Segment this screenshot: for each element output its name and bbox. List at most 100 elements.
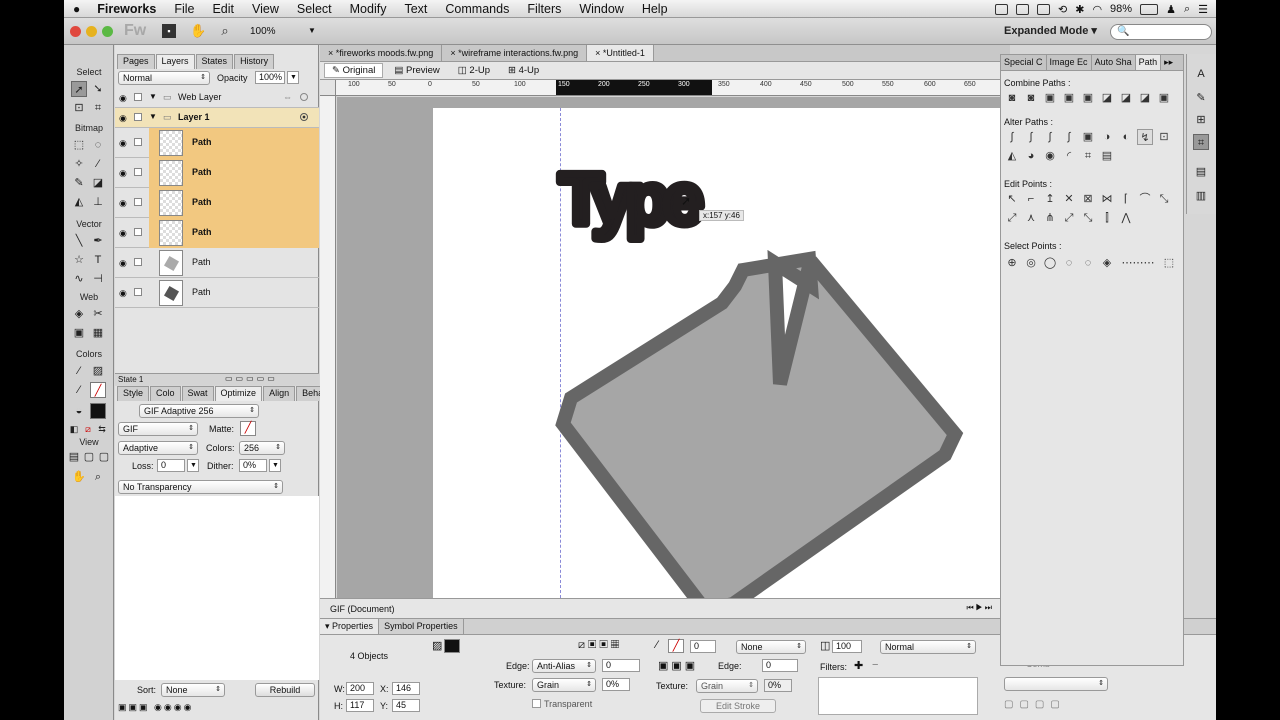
remove-handle-icon[interactable]: ⊠ [1080, 191, 1096, 207]
lock-toggle[interactable] [134, 168, 142, 176]
visibility-eye-icon[interactable]: ◉ [119, 228, 127, 239]
star-shape-icon[interactable]: ☆ [71, 252, 87, 268]
stroke-color-icon[interactable]: ⁄ [71, 382, 87, 398]
line-tool-icon[interactable]: ╲ [71, 233, 87, 249]
hand-icon[interactable]: ✋ [71, 469, 87, 485]
freeform-tool-icon[interactable]: ∿ [71, 271, 87, 287]
combine-alt-icon[interactable]: ▣ [1156, 90, 1172, 106]
marquee-tool-icon[interactable]: ⬚ [71, 137, 87, 153]
union-icon[interactable]: ◙ [1004, 90, 1020, 106]
layer-opacity-field[interactable]: 100% [255, 71, 285, 84]
stroke-color-swatch[interactable]: ╱ [668, 639, 684, 653]
export-format-select[interactable]: GIF [118, 422, 198, 436]
select-all-points-icon[interactable]: ⊕ [1004, 255, 1020, 271]
brush-tool-icon[interactable]: ⁄ [90, 156, 106, 172]
battery-percent[interactable]: 98% [1110, 3, 1132, 15]
convert-icon[interactable]: ⊡ [1156, 129, 1172, 145]
stroke-type-select[interactable]: None [736, 640, 806, 654]
styles-panel-icon[interactable]: ⊞ [1193, 112, 1209, 128]
standard-screen-icon[interactable]: ▤ [66, 449, 82, 465]
lock-toggle[interactable] [134, 258, 142, 266]
layer-object-row[interactable]: ◉ Path [115, 218, 319, 248]
eraser-tool-icon[interactable]: ◪ [90, 175, 106, 191]
rotate-point-icon[interactable]: ⤢ [1004, 210, 1020, 226]
expand-arrow-icon[interactable]: ▼ [149, 112, 157, 121]
zoom-window-icon[interactable] [102, 26, 113, 37]
menu-text[interactable]: Text [395, 2, 436, 16]
wifi-icon[interactable]: ◠ [1092, 3, 1102, 16]
tab-align[interactable]: Align [263, 386, 296, 401]
fill-swatch[interactable] [90, 403, 106, 419]
opacity-dropdown-icon[interactable]: ▼ [287, 71, 299, 84]
canvas-area[interactable]: Type ➚ x:157 y:46 [337, 97, 1000, 598]
document-canvas[interactable]: Type ➚ x:157 y:46 [433, 108, 1000, 598]
visibility-eye-icon[interactable]: ◉ [119, 258, 127, 269]
scale-point-icon[interactable]: ⤡ [1156, 191, 1172, 207]
menu-filters[interactable]: Filters [518, 2, 570, 16]
tab-document[interactable]: × *fireworks moods.fw.png [320, 45, 443, 61]
hotspot-tool-icon[interactable]: ◈ [71, 306, 87, 322]
rebuild-button[interactable]: Rebuild [255, 683, 315, 697]
tab-optimize[interactable]: Optimize [214, 386, 263, 401]
blur-tool-icon[interactable]: ◭ [71, 194, 87, 210]
corner-edit-icon[interactable]: ⌈ [1118, 191, 1134, 207]
select-bounds-icon[interactable]: ⬚ [1161, 255, 1177, 271]
view-2up-button[interactable]: ◫ 2-Up [451, 64, 497, 77]
crop-path-icon[interactable]: ▣ [1080, 90, 1096, 106]
offset-icon[interactable]: ▤ [1099, 148, 1115, 164]
break-point-icon[interactable]: ⤢ [1061, 210, 1077, 226]
hand-tool-icon[interactable]: ✋ [190, 24, 206, 38]
sphere-icon[interactable]: ◉ [1042, 148, 1058, 164]
app-menu[interactable]: Fireworks [89, 2, 165, 16]
tab-special-characters[interactable]: Special C [1001, 55, 1047, 70]
menu-window[interactable]: Window [570, 2, 632, 16]
layer-actions-icon[interactable]: ▭▭▭▭▭ [225, 374, 278, 383]
skew-point-icon[interactable]: ⋏ [1023, 210, 1039, 226]
visibility-eye-icon[interactable]: ◉ [119, 168, 127, 179]
full-screen-menus-icon[interactable]: ▢ [81, 449, 97, 465]
stroke-swatch[interactable]: ╱ [90, 382, 106, 398]
drill-icon[interactable]: ◭ [1004, 148, 1020, 164]
tab-image-editing[interactable]: Image Ec [1047, 55, 1092, 70]
menu-commands[interactable]: Commands [436, 2, 518, 16]
filters-list[interactable] [818, 677, 978, 715]
target-icon[interactable] [300, 113, 308, 121]
crop-tool-icon[interactable]: ⌗ [90, 100, 106, 116]
dither-field[interactable]: 0% [239, 459, 267, 472]
scale-tool-icon[interactable]: ⊡ [71, 100, 87, 116]
arc-edit-icon[interactable]: ⌒ [1137, 191, 1153, 207]
tab-document[interactable]: × *wireframe interactions.fw.png [442, 45, 588, 61]
fill-options-icons[interactable]: ⧄▣▣▦ [578, 639, 622, 652]
magnify-icon[interactable]: ⌕ [90, 469, 106, 485]
layer-blend-mode-select[interactable]: Normal [118, 71, 210, 85]
battery-icon[interactable] [1140, 3, 1159, 15]
point-move-icon[interactable]: ↖ [1004, 191, 1020, 207]
apple-menu-icon[interactable]: ● [64, 2, 89, 16]
width-field[interactable]: 200 [346, 682, 374, 695]
subselect-tool-icon[interactable]: ➘ [90, 81, 106, 97]
palette-select[interactable]: Adaptive [118, 441, 198, 455]
edit-stroke-button[interactable]: Edit Stroke [700, 699, 776, 713]
inset-icon[interactable]: ∫ [1061, 129, 1077, 145]
playback-controls-icon[interactable]: ⏮▶⏭ [966, 603, 994, 613]
fill-texture-select[interactable]: Grain [532, 678, 596, 692]
colors-select[interactable]: 256 [239, 441, 285, 455]
menu-help[interactable]: Help [633, 2, 677, 16]
optimize-preset-select[interactable]: GIF Adaptive 256 [139, 404, 259, 418]
workspace-mode-select[interactable]: Expanded Mode ▾ [1004, 24, 1097, 37]
select-next-icon[interactable]: ◌ [1061, 255, 1077, 271]
text-panel-icon[interactable]: A [1193, 66, 1209, 82]
knife-path-icon[interactable]: ◜ [1061, 148, 1077, 164]
fill-color-swatch[interactable] [444, 639, 460, 653]
object-opacity-field[interactable]: 100 [832, 640, 862, 653]
layer-object-row[interactable]: ◉ Path [115, 158, 319, 188]
library-panel-icon[interactable]: ▤ [1193, 164, 1209, 180]
layer-object-row[interactable]: ◉ Path [115, 248, 319, 278]
join-icon[interactable]: ◙ [1023, 90, 1039, 106]
lock-toggle[interactable] [134, 198, 142, 206]
view-original-button[interactable]: ✎ Original [324, 63, 384, 78]
delete-point-icon[interactable]: ✕ [1061, 191, 1077, 207]
align-point-icon[interactable]: ⤡ [1080, 210, 1096, 226]
visibility-eye-icon[interactable]: ◉ [119, 288, 127, 299]
pen-tool-icon[interactable]: ✒ [90, 233, 106, 249]
